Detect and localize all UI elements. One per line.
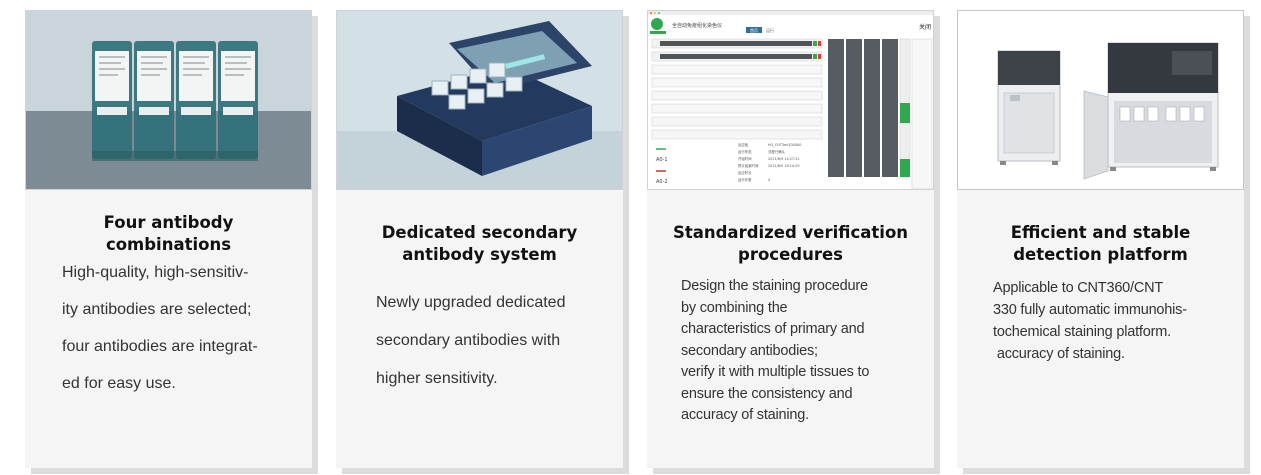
description-line: High-quality, high-sensitiv- xyxy=(62,264,249,281)
description-line: by combining the xyxy=(681,299,788,316)
card-title-line: Dedicated secondary xyxy=(381,223,578,242)
software-window-title: 全自动免疫组化染色仪 xyxy=(672,22,722,29)
antibody-vials-photo xyxy=(25,10,312,190)
description-line: secondary antibodies with xyxy=(376,332,561,349)
description-line: characteristics of primary and xyxy=(681,321,865,337)
description-line: tochemical staining platform. xyxy=(993,324,1171,340)
card-title-line: procedures xyxy=(738,245,843,264)
description-line: higher sensitivity. xyxy=(376,370,498,387)
description-line: accuracy of staining. xyxy=(993,346,1125,362)
card-description: Applicable to CNT360/CNT 330 fully autom… xyxy=(993,277,1213,365)
feature-card-antibody-combinations: Four antibody combinations High-quality,… xyxy=(25,10,312,468)
card-title: Standardized verification procedures xyxy=(647,222,934,266)
description-line: Newly upgraded dedicated xyxy=(376,294,566,311)
feature-card-detection-platform: Efficient and stable detection platform … xyxy=(957,10,1244,468)
run-info-value: 4 xyxy=(768,178,770,182)
run-info-label: 开始时间 xyxy=(738,156,752,161)
run-info-label: 反应板 xyxy=(738,142,749,147)
card-description: Design the staining procedure by combini… xyxy=(681,276,899,427)
description-line: ity antibodies are selected; xyxy=(62,301,252,318)
run-info-value: 2021/6/9 16:14:29 xyxy=(768,164,800,168)
software-tab[interactable]: 首页 xyxy=(750,27,758,33)
card-title-line: antibody system xyxy=(402,245,557,264)
run-info-label: 运行步数 xyxy=(738,177,752,182)
run-info-value: 2021/6/9 14:27:21 xyxy=(768,157,800,161)
run-info-label: 预计结束时间 xyxy=(738,163,759,168)
sample-slot-label: A0-1 xyxy=(656,157,668,163)
description-line: ed for easy use. xyxy=(62,375,176,392)
description-line: Applicable to CNT360/CNT xyxy=(993,280,1164,296)
description-line: 330 fully automatic immunohis- xyxy=(993,302,1187,318)
card-title: Efficient and stable detection platform xyxy=(957,222,1244,266)
run-info-value: HQ_CHT3en3000A0 xyxy=(768,143,801,147)
sample-slot-label: A0-2 xyxy=(656,179,668,185)
description-line: secondary antibodies; xyxy=(681,342,818,359)
card-description: High-quality, high-sensitiv- ity antibod… xyxy=(62,254,284,402)
run-info-label: 运行状态 xyxy=(738,149,752,154)
staining-software-screenshot: 全自动免疫组化染色仪 首页 运行 关闭 A0-1 A0-2 反应板 运行状态 开… xyxy=(647,10,934,190)
description-line: four antibodies are integrat- xyxy=(62,338,258,355)
cnt-staining-instruments-photo xyxy=(957,10,1244,190)
description-line: Design the staining procedure xyxy=(681,278,868,294)
run-info-value: 流程已确认 xyxy=(768,149,786,154)
card-title: Four antibody combinations xyxy=(103,213,234,254)
card-title-line: detection platform xyxy=(1013,245,1188,264)
feature-card-secondary-antibody: Dedicated secondary antibody system Newl… xyxy=(336,10,623,468)
software-close-button[interactable]: 关闭 xyxy=(919,23,931,31)
software-tab[interactable]: 运行 xyxy=(766,27,774,33)
description-line: accuracy of staining. xyxy=(681,407,809,423)
card-title-line: Efficient and stable xyxy=(1010,223,1191,242)
run-info-label: 反应时长 xyxy=(738,170,752,175)
card-title: Dedicated secondary antibody system xyxy=(336,222,623,266)
card-title-line: Standardized verification xyxy=(672,223,909,242)
description-line: verify it with multiple tissues to xyxy=(681,364,870,380)
feature-card-verification-procedures: 全自动免疫组化染色仪 首页 运行 关闭 A0-1 A0-2 反应板 运行状态 开… xyxy=(647,10,934,468)
secondary-antibody-box-photo xyxy=(336,10,623,190)
card-description: Newly upgraded dedicated secondary antib… xyxy=(376,284,592,398)
description-line: ensure the consistency and xyxy=(681,385,853,402)
